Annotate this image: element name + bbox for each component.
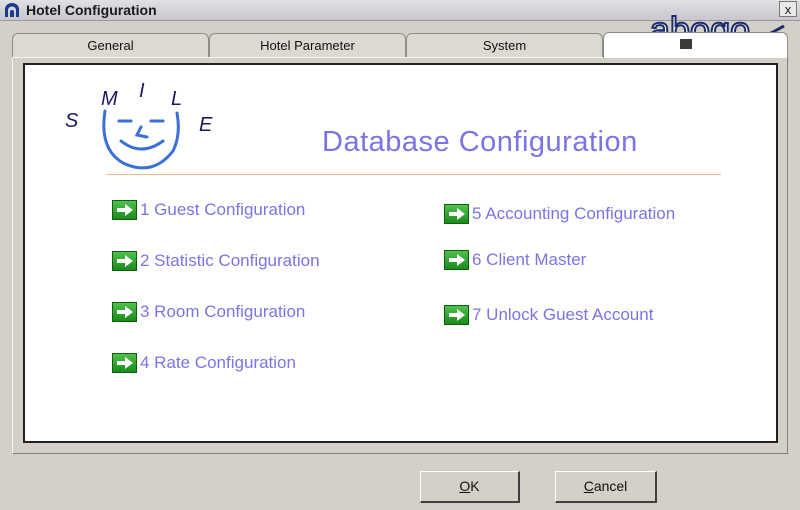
window-title: Hotel Configuration [26,2,157,18]
cancel-accelerator: C [583,478,594,494]
logo-letter-s: S [65,110,79,132]
link-label: 1 Guest Configuration [140,200,306,219]
arrow-icon [112,353,137,373]
logo-letter-m: M [101,88,118,110]
link-label: 5 Accounting Configuration [472,204,676,223]
link-label: 7 Unlock Guest Account [472,305,654,324]
logo-letter-l: L [171,88,182,110]
link-label: 6 Client Master [472,250,587,269]
heading-divider [106,174,721,175]
arrow-icon [444,204,469,224]
ok-label: K [470,478,480,494]
ok-button[interactable]: OK [420,471,520,503]
app-icon [5,3,19,17]
tab-hotel-parameter[interactable]: Hotel Parameter [209,33,406,57]
smile-logo: S M I L E [65,80,213,170]
arrow-icon [444,305,469,325]
arrow-icon [444,250,469,270]
tab-general[interactable]: General [12,33,209,57]
cancel-label: ancel [593,478,628,494]
arrow-icon [112,302,137,322]
cancel-button[interactable]: Cancel [555,471,657,503]
tab-general-label: General [87,38,134,53]
tab-hotel-parameter-label: Hotel Parameter [260,38,355,53]
logo-letter-i: I [139,80,145,102]
logo-letter-e: E [199,114,213,136]
database-icon [680,39,692,49]
arrow-icon [112,251,137,271]
tab-database[interactable] [603,32,788,58]
arrow-icon [112,200,137,220]
tab-system-label: System [482,38,527,53]
link-label: 2 Statistic Configuration [140,251,320,270]
content-area: S M I L E Database Configuration 1 Guest… [23,63,778,443]
link-label: 3 Room Configuration [140,302,306,321]
tab-system[interactable]: System [406,33,603,57]
page-title: Database Configuration [322,126,638,158]
link-label: 4 Rate Configuration [140,353,296,372]
ok-accelerator: O [459,478,471,494]
